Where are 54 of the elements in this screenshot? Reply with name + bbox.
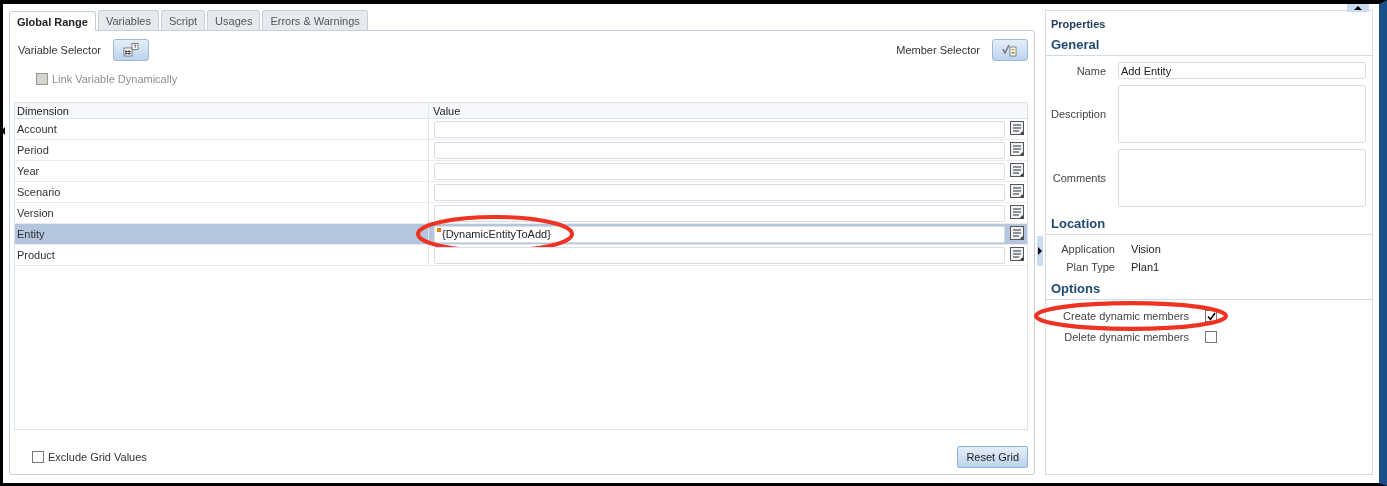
properties-title: Properties: [1051, 18, 1107, 32]
member-selector-label: Member Selector: [896, 44, 980, 56]
table-cell: Product: [15, 245, 429, 265]
field-label: Application: [1060, 243, 1115, 255]
table-cell: Period: [15, 140, 429, 160]
value-field[interactable]: [434, 120, 1005, 138]
field-value: Vision: [1131, 243, 1161, 255]
link-variable-label: Link Variable Dynamically: [52, 73, 178, 85]
tab[interactable]: Usages: [207, 10, 261, 30]
checkbox[interactable]: [32, 451, 44, 463]
list-icon[interactable]: [1010, 226, 1026, 242]
option-label: Create dynamic members: [1062, 310, 1189, 322]
list-icon[interactable]: [1010, 121, 1026, 137]
list-icon[interactable]: [1010, 247, 1026, 263]
value-field[interactable]: [434, 141, 1005, 159]
field-value: Plan1: [1131, 261, 1160, 273]
field-label: Plan Type: [1065, 261, 1115, 273]
tab[interactable]: Errors & Warnings: [262, 10, 368, 30]
value-field[interactable]: [434, 162, 1005, 180]
list-icon[interactable]: [1010, 184, 1026, 200]
field-label: Comments: [1051, 172, 1106, 184]
tab[interactable]: Variables: [97, 10, 159, 30]
member-selector-button[interactable]: [992, 39, 1028, 61]
table-cell: Scenario: [15, 182, 429, 202]
value-field[interactable]: {DynamicEntityToAdd}: [434, 225, 1005, 243]
hash-question-icon: [122, 43, 139, 57]
column-header: Value: [432, 104, 461, 117]
section-title: Location: [1046, 214, 1372, 235]
member-list-icon: [1002, 43, 1018, 57]
field-label: Name: [1075, 64, 1106, 77]
exclude-grid-values-label: Exclude Grid Values: [48, 451, 147, 463]
reset-grid-button[interactable]: Reset Grid: [957, 446, 1028, 468]
collapse-arrow-icon[interactable]: [0, 126, 5, 136]
section-title: Options: [1046, 279, 1372, 300]
value-field[interactable]: [434, 246, 1005, 264]
tab[interactable]: Script: [160, 10, 206, 30]
table-cell: Version: [15, 203, 429, 223]
field-label: Description: [1051, 108, 1106, 120]
list-icon[interactable]: [1010, 142, 1026, 158]
value-field[interactable]: [434, 204, 1005, 222]
checkbox[interactable]: [1205, 331, 1217, 343]
table-cell: Year: [15, 161, 429, 181]
variable-selector-button[interactable]: [112, 39, 149, 61]
name-field[interactable]: Add Entity: [1118, 62, 1366, 79]
value-field[interactable]: [434, 183, 1005, 201]
column-header: Dimension: [15, 104, 429, 117]
section-title: General: [1046, 35, 1372, 56]
tab[interactable]: Global Range: [9, 11, 96, 31]
list-icon[interactable]: [1010, 163, 1026, 179]
table-cell: Account: [15, 119, 429, 139]
table-cell: Entity: [15, 224, 429, 244]
list-icon[interactable]: [1010, 205, 1026, 221]
variable-selector-label: Variable Selector: [18, 44, 101, 56]
option-label: Delete dynamic members: [1063, 331, 1189, 343]
